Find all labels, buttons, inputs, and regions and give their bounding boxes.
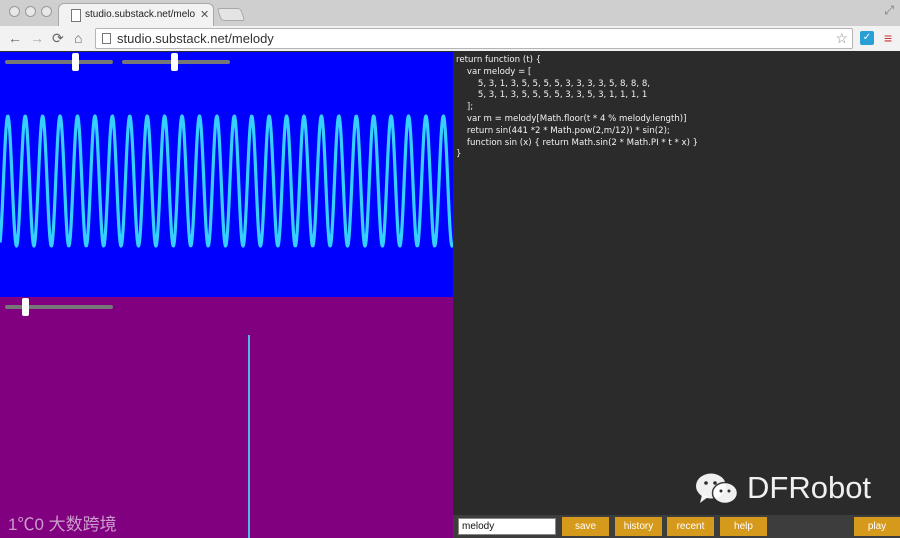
fullscreen-icon[interactable]: ⤢ [884,3,894,18]
code-line[interactable]: } [456,149,896,161]
tab-strip: studio.substack.net/melo ✕ ⤢ [0,0,900,27]
browser-chrome: studio.substack.net/melo ✕ ⤢ ← → ⟳ ⌂ stu… [0,0,900,51]
tab-title: studio.substack.net/melo [85,9,196,20]
code-line[interactable]: 5, 3, 1, 3, 5, 5, 5, 5, 3, 3, 5, 3, 1, 1… [456,90,896,102]
extension-icon[interactable]: ✓ [860,31,874,45]
new-tab-button[interactable] [216,8,246,21]
close-window-button[interactable] [9,6,20,17]
address-bar[interactable]: studio.substack.net/melody ☆ [95,28,853,49]
spectrum-peak-line [248,335,250,538]
code-line[interactable]: function sin (x) { return Math.sin(2 * M… [456,138,896,150]
help-button[interactable]: help [720,517,767,536]
reload-icon[interactable]: ⟳ [52,30,64,46]
browser-tab[interactable]: studio.substack.net/melo ✕ [58,3,214,27]
waveform-line [0,114,453,248]
zoom-window-button[interactable] [41,6,52,17]
back-arrow-icon[interactable]: ← [8,30,22,46]
forward-arrow-icon[interactable]: → [30,30,44,46]
name-input[interactable] [458,518,556,535]
address-url: studio.substack.net/melody [117,31,274,46]
spectrum-panel: 1℃0 大数跨境 [0,297,453,538]
code-line[interactable]: return sin(441 *2 * Math.pow(2,m/12)) * … [456,126,896,138]
code-line[interactable]: 5, 3, 1, 3, 5, 5, 5, 5, 3, 3, 3, 3, 5, 8… [456,79,896,91]
wechat-logo-icon [696,473,739,505]
code-line[interactable]: ]; [456,102,896,114]
code-text[interactable]: return function (t) { var melody = [ 5, … [456,55,896,161]
recent-button[interactable]: recent [667,517,714,536]
code-editor[interactable]: return function (t) { var melody = [ 5, … [453,52,900,515]
watermark-left: 1℃0 大数跨境 [8,515,117,534]
watermark-right-text: DFRobot [747,470,872,505]
waveform-plot [0,114,453,248]
browser-toolbar: ← → ⟳ ⌂ studio.substack.net/melody ☆ ✓ ≡ [0,26,900,51]
home-icon[interactable]: ⌂ [74,30,82,46]
slider-handle[interactable] [71,53,79,71]
history-button[interactable]: history [615,517,662,536]
waveform-slider-a[interactable] [5,53,113,71]
slider-handle[interactable] [171,53,179,71]
play-button[interactable]: play [854,517,900,536]
code-line[interactable]: var melody = [ [456,67,896,79]
page-icon [102,33,111,44]
save-button[interactable]: save [562,517,609,536]
code-line[interactable]: return function (t) { [456,55,896,67]
control-bar: save history recent help play [453,515,900,538]
waveform-slider-b[interactable] [122,53,230,71]
page-favicon-icon [71,9,81,22]
minimize-window-button[interactable] [25,6,36,17]
tab-close-icon[interactable]: ✕ [200,8,209,21]
slider-handle[interactable] [22,298,30,316]
browser-menu-icon[interactable]: ≡ [884,30,892,46]
spectrum-slider[interactable] [5,298,113,316]
waveform-panel [0,52,453,297]
code-line[interactable]: var m = melody[Math.floor(t * 4 % melody… [456,114,896,126]
bookmark-star-icon[interactable]: ☆ [835,30,848,47]
